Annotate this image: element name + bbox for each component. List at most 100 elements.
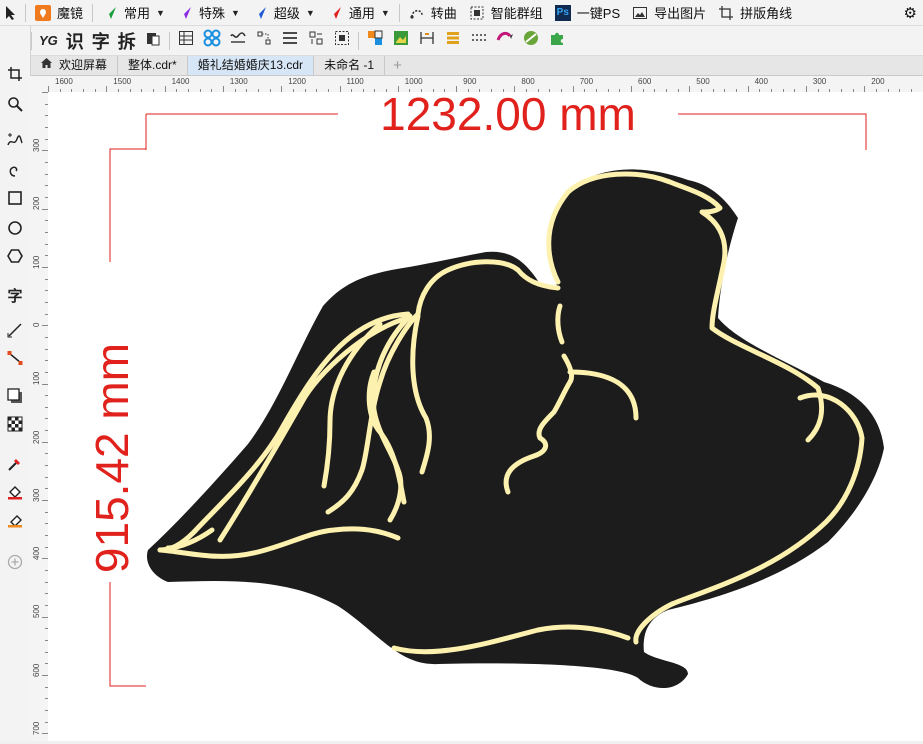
sphere-button[interactable] xyxy=(520,30,542,52)
one-key-ps-label: 一键PS xyxy=(577,3,620,22)
crop-tool[interactable] xyxy=(4,64,26,86)
color-blocks-icon xyxy=(367,30,383,51)
grid-dots-button[interactable] xyxy=(468,30,490,52)
align-icon xyxy=(308,30,324,51)
align-button[interactable] xyxy=(305,30,327,52)
vertical-ruler[interactable]: 3002001000100200300400500600700 xyxy=(30,92,49,741)
one-key-ps-button[interactable]: Ps 一键PS xyxy=(549,0,626,26)
drawing-canvas[interactable]: 1232.00 mm 915.42 mm xyxy=(48,92,923,741)
group-icon xyxy=(469,5,485,21)
menu-super-label: 超级 xyxy=(274,3,300,22)
tab-welcome-label: 欢迎屏幕 xyxy=(59,56,107,75)
pattern-icon xyxy=(203,29,221,52)
clipboard-icon xyxy=(145,30,161,51)
crop-icon xyxy=(7,66,23,85)
char-button[interactable]: 字 xyxy=(92,28,110,54)
width-dimension[interactable]: 1232.00 mm xyxy=(146,92,866,150)
shadow-icon xyxy=(7,388,23,407)
add-tool-button[interactable] xyxy=(4,552,26,574)
silhouette-shape xyxy=(147,169,884,688)
new-tab-button[interactable]: + xyxy=(385,56,410,75)
list-icon xyxy=(445,30,461,51)
ruler-tick-label: 1400 xyxy=(172,77,190,86)
plus-circle-icon xyxy=(7,554,23,573)
brush-button[interactable] xyxy=(494,30,516,52)
ruler-tick-label: 300 xyxy=(813,77,826,86)
polygon-tool[interactable] xyxy=(4,246,26,268)
ellipse-icon xyxy=(7,220,23,239)
layout-corner-button[interactable]: 拼版角线 xyxy=(712,0,798,26)
ruler-tick-label: 500 xyxy=(696,77,709,86)
image-icon xyxy=(632,5,648,21)
secondary-toolbar: ↰ YG 识 字 拆 xyxy=(0,26,923,56)
split-button[interactable]: 拆 xyxy=(118,28,136,54)
recognize-button[interactable]: 识 xyxy=(66,28,84,54)
ruler-tick-label: 0 xyxy=(32,322,41,326)
list-button[interactable] xyxy=(442,30,464,52)
rectangle-tool[interactable] xyxy=(4,188,26,210)
pattern-button[interactable] xyxy=(201,30,223,52)
dimension-tool[interactable] xyxy=(4,320,26,342)
turn-curve-button[interactable]: 转曲 xyxy=(403,0,463,26)
ellipse-tool[interactable] xyxy=(4,218,26,240)
dimension-button[interactable] xyxy=(416,30,438,52)
connector-tool[interactable] xyxy=(4,348,26,370)
separator xyxy=(25,4,26,22)
smart-group-label: 智能群组 xyxy=(491,3,543,22)
eraser-fill-icon xyxy=(7,512,23,531)
export-image-button[interactable]: 导出图片 xyxy=(626,0,712,26)
select-area-button[interactable] xyxy=(331,30,353,52)
main-toolbar: 魔镜 常用 ▼ 特殊 ▼ 超级 ▼ 通用 ▼ 转曲 智能群组 Ps 一键PS 导… xyxy=(0,0,923,26)
node-button[interactable] xyxy=(253,30,275,52)
smart-group-button[interactable]: 智能群组 xyxy=(463,0,549,26)
lines-button[interactable] xyxy=(279,30,301,52)
ruler-tick-label: 200 xyxy=(32,197,41,210)
couple-silhouette[interactable] xyxy=(147,169,884,688)
horizontal-ruler[interactable]: 1600150014001300120011001000900800700600… xyxy=(48,76,923,93)
zoom-tool[interactable] xyxy=(4,94,26,116)
text-tool[interactable]: 字 xyxy=(4,284,26,306)
transparency-tool[interactable] xyxy=(4,414,26,436)
layout-corner-label: 拼版角线 xyxy=(740,3,792,22)
ruler-tick-label: 100 xyxy=(32,255,41,268)
wave-button[interactable] xyxy=(227,30,249,52)
artistic-media-tool[interactable] xyxy=(4,160,26,182)
tab-welcome[interactable]: 欢迎屏幕 xyxy=(30,56,118,75)
tab-label: 未命名 -1 xyxy=(324,58,374,72)
smart-fill-tool[interactable] xyxy=(4,510,26,532)
settings-button[interactable]: ⚙ xyxy=(898,0,923,26)
ruler-tick-label: 1500 xyxy=(113,77,131,86)
brand-label: 魔镜 xyxy=(57,3,83,22)
height-dimension[interactable]: 915.42 mm xyxy=(86,149,146,686)
paste-button[interactable] xyxy=(142,30,164,52)
brand-button[interactable]: 魔镜 xyxy=(29,0,89,26)
separator xyxy=(399,4,400,22)
spiral-icon xyxy=(7,162,23,181)
menu-general[interactable]: 通用 ▼ xyxy=(321,0,396,26)
checkerboard-icon xyxy=(7,416,23,435)
height-dimension-text: 915.42 mm xyxy=(86,343,138,573)
fill-tool[interactable] xyxy=(4,482,26,504)
freehand-draw-tool[interactable] xyxy=(4,130,26,152)
tab-whole-cdr[interactable]: 整体.cdr* xyxy=(118,56,188,75)
ruler-tick-label: 1600 xyxy=(55,77,73,86)
ruler-tick-label: 500 xyxy=(32,605,41,618)
document-tabs: 欢迎屏幕 整体.cdr* 婚礼结婚婚庆13.cdr 未命名 -1 + xyxy=(0,56,923,76)
ruler-corner[interactable] xyxy=(30,76,49,93)
eyedropper-tool[interactable] xyxy=(4,454,26,476)
paint-bucket-icon xyxy=(7,484,23,503)
menu-super[interactable]: 超级 ▼ xyxy=(246,0,321,26)
drop-shadow-tool[interactable] xyxy=(4,386,26,408)
tab-wedding-cdr[interactable]: 婚礼结婚婚庆13.cdr xyxy=(188,56,314,75)
pointer-tool-button[interactable] xyxy=(0,0,22,26)
picture-frame-button[interactable] xyxy=(390,30,412,52)
send-arrow-icon xyxy=(252,5,268,21)
menu-common[interactable]: 常用 ▼ xyxy=(96,0,171,26)
color-blocks-button[interactable] xyxy=(364,30,386,52)
tab-untitled[interactable]: 未命名 -1 xyxy=(314,56,385,75)
menu-special[interactable]: 特殊 ▼ xyxy=(171,0,246,26)
send-arrow-icon xyxy=(177,5,193,21)
yg-logo-button[interactable]: YG xyxy=(39,33,58,48)
plugin-button[interactable] xyxy=(546,30,568,52)
table-button[interactable] xyxy=(175,30,197,52)
